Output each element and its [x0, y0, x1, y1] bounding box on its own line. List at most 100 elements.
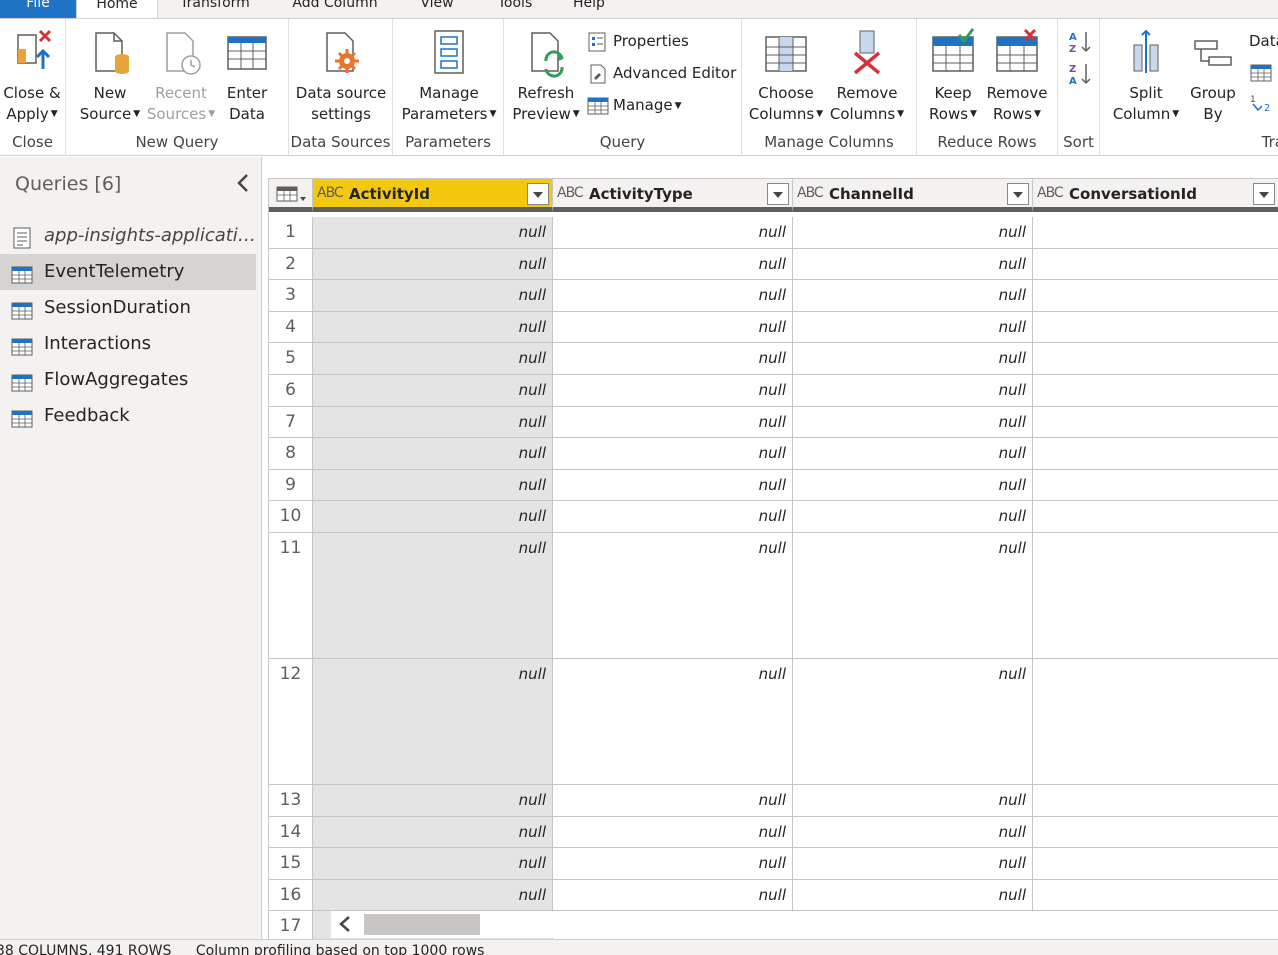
query-item[interactable]: EventTelemetry [0, 254, 256, 290]
row-number[interactable]: 17 [269, 911, 313, 939]
split-column-button[interactable]: Split Column ▼ [1106, 27, 1186, 125]
table-cell[interactable] [1033, 375, 1278, 407]
manage-button[interactable]: Manage ▼ [587, 95, 682, 117]
column-header[interactable]: ABC ActivityId [313, 179, 553, 212]
table-menu-button[interactable] [269, 179, 313, 212]
new-source-button[interactable]: New Source ▼ [78, 27, 142, 125]
horizontal-scrollbar[interactable] [331, 911, 1278, 938]
table-cell[interactable]: null [553, 248, 793, 281]
table-cell[interactable]: null [793, 343, 1033, 375]
text-type-icon[interactable]: ABC [317, 185, 344, 201]
table-cell[interactable] [1033, 848, 1278, 880]
sort-descending-button[interactable]: ZA [1068, 61, 1092, 87]
table-cell[interactable] [1033, 280, 1278, 312]
text-type-icon[interactable]: ABC [797, 185, 824, 201]
table-cell[interactable]: null [313, 375, 553, 407]
row-number[interactable]: 11 [269, 533, 313, 659]
table-cell[interactable]: null [553, 816, 793, 849]
table-cell[interactable] [1033, 470, 1278, 502]
row-number[interactable]: 13 [269, 785, 313, 817]
table-cell[interactable]: null [313, 217, 553, 249]
remove-columns-button[interactable]: Remove Columns ▼ [828, 27, 906, 125]
table-cell[interactable]: null [793, 217, 1033, 249]
table-cell[interactable]: null [553, 311, 793, 344]
table-cell[interactable]: null [793, 469, 1033, 502]
table-cell[interactable]: null [553, 438, 793, 470]
row-number[interactable]: 1 [269, 217, 313, 249]
tab-file[interactable]: File [0, 0, 76, 18]
column-filter-dropdown[interactable] [767, 183, 789, 205]
table-cell[interactable]: null [313, 280, 553, 312]
scroll-thumb[interactable] [364, 914, 480, 935]
row-number[interactable]: 2 [269, 248, 313, 281]
sort-ascending-button[interactable]: AZ [1068, 29, 1092, 55]
text-type-icon[interactable]: ABC [1037, 185, 1064, 201]
tab-help[interactable]: Help [566, 0, 612, 18]
table-cell[interactable]: null [793, 533, 1033, 659]
table-cell[interactable]: null [553, 501, 793, 533]
query-item[interactable]: FlowAggregates [0, 362, 256, 398]
table-cell[interactable] [1033, 880, 1278, 912]
row-number[interactable]: 12 [269, 659, 313, 785]
table-cell[interactable]: null [553, 217, 793, 249]
table-cell[interactable]: null [793, 816, 1033, 849]
query-item[interactable]: Interactions [0, 326, 256, 362]
advanced-editor-button[interactable]: Advanced Editor [587, 63, 736, 85]
tab-home[interactable]: Home [76, 0, 158, 19]
table-cell[interactable]: null [553, 343, 793, 375]
table-cell[interactable] [1033, 343, 1278, 375]
table-cell[interactable] [1033, 817, 1278, 849]
table-cell[interactable]: null [793, 406, 1033, 439]
remove-rows-button[interactable]: Remove Rows ▼ [985, 27, 1049, 125]
table-cell[interactable]: null [553, 375, 793, 407]
row-number[interactable]: 3 [269, 280, 313, 312]
column-header[interactable]: ABC ChannelId [793, 179, 1033, 212]
keep-rows-button[interactable]: Keep Rows ▼ [923, 27, 983, 125]
table-cell[interactable]: null [793, 311, 1033, 344]
recent-sources-button[interactable]: Recent Sources ▼ [146, 27, 216, 125]
table-cell[interactable]: null [313, 406, 553, 439]
table-cell[interactable]: null [793, 785, 1033, 817]
column-filter-dropdown[interactable] [1007, 183, 1029, 205]
row-number[interactable]: 8 [269, 438, 313, 470]
table-cell[interactable]: null [553, 469, 793, 502]
row-number[interactable]: 15 [269, 848, 313, 880]
manage-parameters-button[interactable]: Manage Parameters ▼ [397, 27, 501, 125]
column-filter-dropdown[interactable] [1253, 183, 1275, 205]
row-number[interactable]: 6 [269, 375, 313, 407]
table-cell[interactable] [1033, 312, 1278, 344]
table-cell[interactable]: null [313, 248, 553, 281]
table-cell[interactable] [1033, 407, 1278, 439]
row-number[interactable]: 9 [269, 469, 313, 502]
data-source-settings-button[interactable]: Data source settings [293, 27, 389, 125]
table-cell[interactable]: null [313, 879, 553, 912]
table-cell[interactable]: null [553, 848, 793, 880]
table-cell[interactable]: null [313, 311, 553, 344]
tab-transform[interactable]: Transform [170, 0, 260, 18]
table-cell[interactable]: null [313, 848, 553, 880]
table-cell[interactable]: null [313, 438, 553, 470]
table-cell[interactable]: null [313, 785, 553, 817]
table-cell[interactable]: null [793, 438, 1033, 470]
close-apply-button[interactable]: Close & Apply ▼ [2, 27, 62, 125]
column-header[interactable]: ABC ActivityType [553, 179, 793, 212]
table-cell[interactable]: null [553, 879, 793, 912]
table-cell[interactable] [1033, 659, 1278, 785]
table-cell[interactable]: null [793, 879, 1033, 912]
query-item[interactable]: app-insights-application-... [0, 218, 256, 254]
tab-add-column[interactable]: Add Column [285, 0, 385, 18]
table-cell[interactable] [1033, 785, 1278, 817]
row-number[interactable]: 10 [269, 501, 313, 533]
row-number[interactable]: 16 [269, 879, 313, 912]
table-cell[interactable]: null [553, 659, 793, 785]
collapse-pane-button[interactable] [234, 173, 252, 193]
table-cell[interactable] [1033, 217, 1278, 249]
use-first-row-headers-button[interactable] [1250, 63, 1272, 85]
table-cell[interactable]: null [553, 280, 793, 312]
properties-button[interactable]: Properties [587, 31, 689, 53]
replace-values-button[interactable]: 12 [1250, 93, 1272, 115]
enter-data-button[interactable]: Enter Data [222, 27, 272, 125]
table-cell[interactable] [1033, 249, 1278, 281]
table-cell[interactable]: null [793, 848, 1033, 880]
row-number[interactable]: 14 [269, 816, 313, 849]
